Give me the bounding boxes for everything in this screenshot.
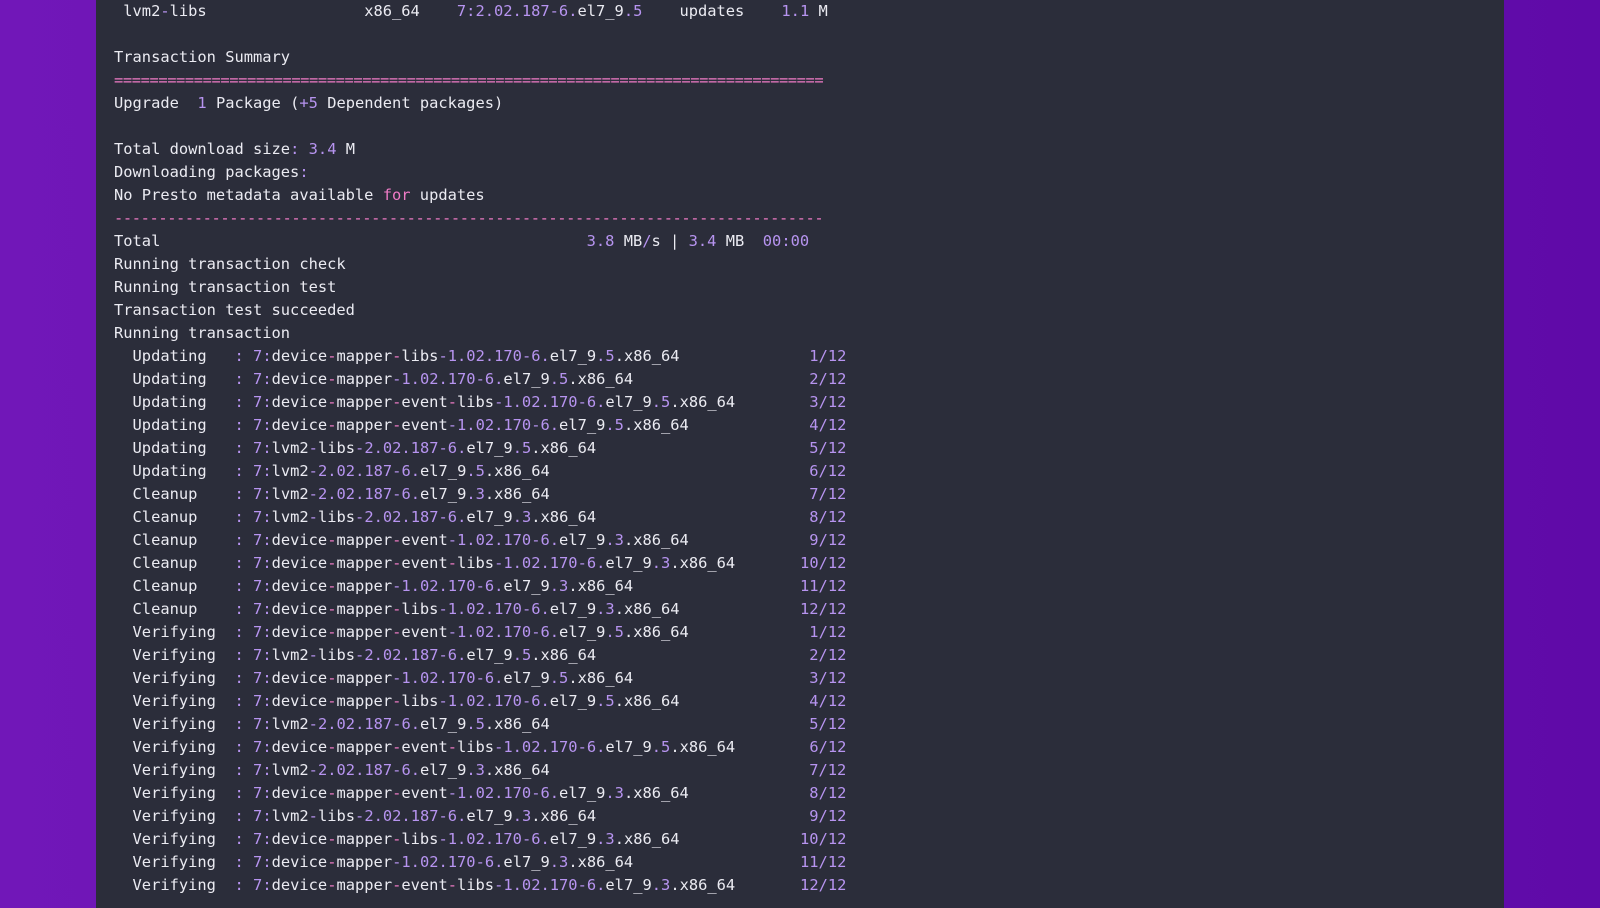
terminal-line: Updating : 7:lvm2-2.02.187-6.el7_9.5.x86… [114, 462, 847, 480]
terminal-line: ​ [114, 23, 846, 46]
terminal-line: Total 3.8 MB/s | 3.4 MB 00:00 [114, 232, 810, 250]
terminal-line: Verifying : 7:device-mapper-libs-1.02.17… [114, 692, 847, 710]
terminal-line: No Presto metadata available for updates [114, 186, 485, 204]
terminal-line: Verifying : 7:lvm2-2.02.187-6.el7_9.5.x8… [114, 715, 847, 733]
terminal-line: Cleanup : 7:device-mapper-event-libs-1.0… [114, 554, 847, 572]
terminal-line: Verifying : 7:device-mapper-1.02.170-6.e… [114, 853, 847, 871]
terminal-line: Running transaction [114, 324, 291, 342]
terminal-line: Verifying : 7:device-mapper-event-libs-1… [114, 738, 847, 756]
terminal-line: Running transaction check [114, 255, 346, 273]
terminal-line: Updating : 7:device-mapper-1.02.170-6.el… [114, 370, 847, 388]
terminal-window[interactable]: lvm2-libs x86_64 7:2.02.187-6.el7_9.5 up… [96, 0, 1504, 908]
terminal-line: Updating : 7:lvm2-libs-2.02.187-6.el7_9.… [114, 439, 847, 457]
terminal-line: Verifying : 7:device-mapper-event-1.02.1… [114, 784, 847, 802]
terminal-line: Upgrade 1 Package (+5 Dependent packages… [114, 94, 504, 112]
terminal-line: Transaction Summary [114, 48, 291, 66]
terminal-line: Cleanup : 7:lvm2-2.02.187-6.el7_9.3.x86_… [114, 485, 847, 503]
terminal-line: Verifying : 7:device-mapper-1.02.170-6.e… [114, 669, 847, 687]
terminal-line: ========================================… [114, 71, 824, 89]
terminal-line: Transaction test succeeded [114, 301, 355, 319]
terminal-line: Updating : 7:device-mapper-event-libs-1.… [114, 393, 847, 411]
terminal-line: Verifying : 7:device-mapper-libs-1.02.17… [114, 830, 847, 848]
terminal-line: Updating : 7:device-mapper-event-1.02.17… [114, 416, 847, 434]
terminal-line: Verifying : 7:device-mapper-event-1.02.1… [114, 623, 847, 641]
terminal-line: Cleanup : 7:device-mapper-libs-1.02.170-… [114, 600, 847, 618]
terminal-line: ​ [114, 115, 846, 138]
terminal-line: Verifying : 7:lvm2-libs-2.02.187-6.el7_9… [114, 807, 847, 825]
terminal-line: Cleanup : 7:lvm2-libs-2.02.187-6.el7_9.3… [114, 508, 847, 526]
terminal-line: lvm2-libs x86_64 7:2.02.187-6.el7_9.5 up… [114, 2, 828, 20]
terminal-line: Updating : 7:device-mapper-libs-1.02.170… [114, 347, 847, 365]
terminal-line: ----------------------------------------… [114, 209, 824, 227]
terminal-line: Cleanup : 7:device-mapper-event-1.02.170… [114, 531, 847, 549]
terminal-line: Verifying : 7:device-mapper-event-libs-1… [114, 876, 847, 894]
terminal-line: Cleanup : 7:device-mapper-1.02.170-6.el7… [114, 577, 847, 595]
terminal-line: Running transaction test [114, 278, 337, 296]
terminal-line: Verifying : 7:lvm2-2.02.187-6.el7_9.3.x8… [114, 761, 847, 779]
terminal-line: Verifying : 7:lvm2-libs-2.02.187-6.el7_9… [114, 646, 847, 664]
terminal-line: Total download size: 3.4 M [114, 140, 356, 158]
terminal-output: lvm2-libs x86_64 7:2.02.187-6.el7_9.5 up… [114, 0, 846, 897]
terminal-line: Downloading packages: [114, 163, 309, 181]
